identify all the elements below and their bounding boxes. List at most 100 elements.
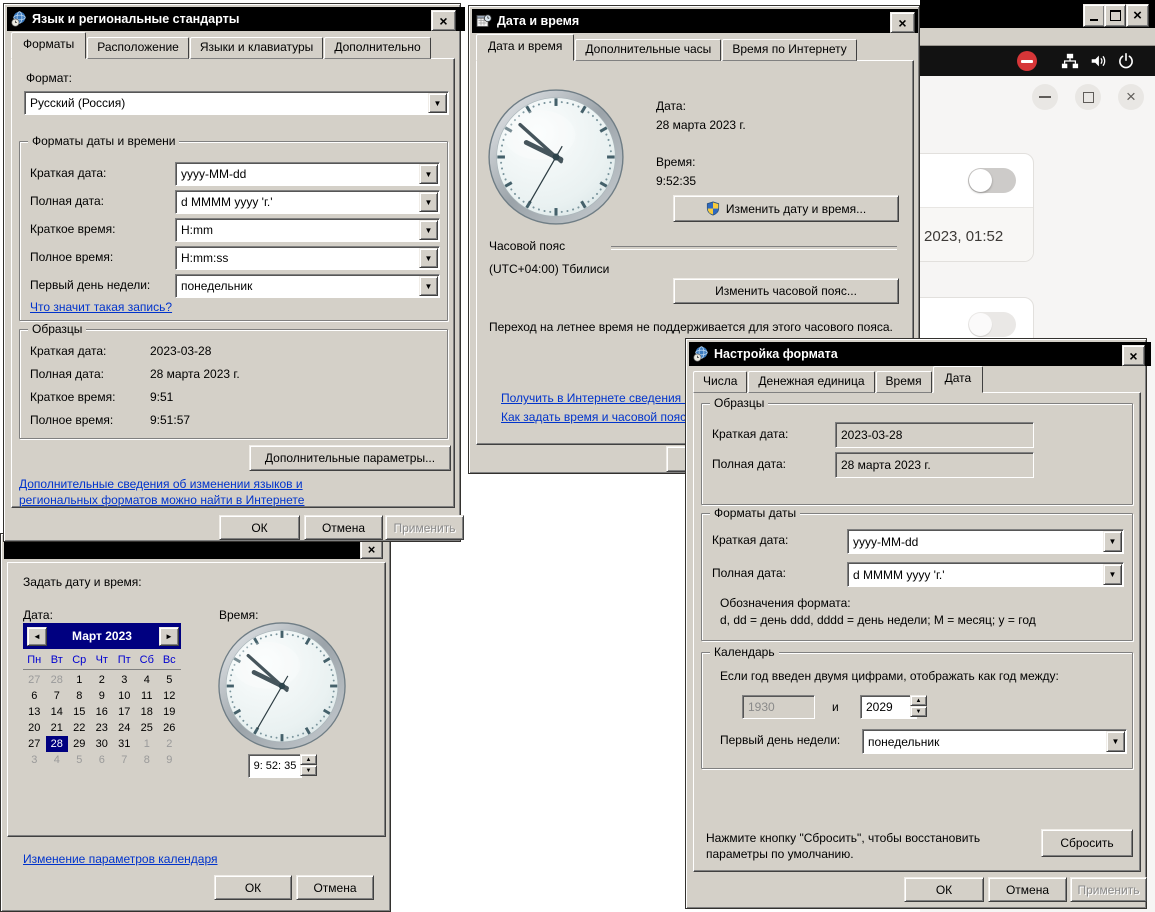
calendar-day[interactable]: 31 bbox=[113, 736, 136, 752]
tab-time[interactable]: Время bbox=[876, 371, 932, 393]
more-info-link[interactable]: Дополнительные сведения об изменении язы… bbox=[19, 476, 381, 508]
calendar-day[interactable]: 10 bbox=[113, 688, 136, 704]
power-icon[interactable] bbox=[1117, 52, 1135, 70]
long-time-combobox[interactable]: H:mm:ss ▼ bbox=[175, 246, 440, 270]
tab-currency[interactable]: Денежная единица bbox=[748, 371, 874, 393]
calendar-day[interactable]: 20 bbox=[23, 720, 46, 736]
first-day-combobox[interactable]: понедельник ▼ bbox=[175, 274, 440, 298]
tab-numbers[interactable]: Числа bbox=[693, 371, 747, 393]
year-spinner[interactable]: ▲ ▼ bbox=[910, 695, 927, 717]
calendar-day[interactable]: 12 bbox=[158, 688, 181, 704]
calendar-settings-link[interactable]: Изменение параметров календаря bbox=[23, 852, 218, 866]
spin-down-button[interactable]: ▼ bbox=[910, 706, 927, 717]
internet-time-link[interactable]: Получить в Интернете сведения о bbox=[501, 391, 691, 405]
calendar-day[interactable]: 9 bbox=[91, 688, 114, 704]
calendar-day[interactable]: 27 bbox=[23, 672, 46, 688]
dropdown-arrow-icon[interactable]: ▼ bbox=[1103, 564, 1122, 585]
cancel-button[interactable]: Отмена bbox=[296, 875, 374, 900]
dropdown-arrow-icon[interactable]: ▼ bbox=[419, 248, 438, 268]
calendar-day[interactable]: 6 bbox=[91, 752, 114, 768]
tab-date[interactable]: Дата bbox=[933, 366, 984, 393]
year-to-field[interactable]: 2029 bbox=[860, 695, 917, 719]
cancel-button[interactable]: Отмена bbox=[988, 877, 1067, 902]
close-button[interactable]: × bbox=[1122, 345, 1145, 366]
close-button[interactable]: × bbox=[890, 12, 915, 33]
close-button[interactable]: × bbox=[431, 10, 456, 31]
datetime-row[interactable]: rch 2023, 01:52 bbox=[920, 208, 1033, 261]
calendar-day[interactable]: 13 bbox=[23, 704, 46, 720]
short-date-combobox[interactable]: yyyy-MM-dd ▼ bbox=[175, 162, 440, 186]
long-date-combobox[interactable]: d MMMM yyyy 'г.' ▼ bbox=[175, 190, 440, 214]
time-spinner-buttons[interactable]: ▲ ▼ bbox=[300, 754, 317, 776]
calendar-day[interactable]: 8 bbox=[68, 688, 91, 704]
calendar-day[interactable]: 17 bbox=[113, 704, 136, 720]
change-timezone-button[interactable]: Изменить часовой пояс... bbox=[673, 278, 899, 304]
calendar-day[interactable]: 29 bbox=[68, 736, 91, 752]
calendar-day[interactable]: 2 bbox=[158, 736, 181, 752]
time-spinner-field[interactable]: 9: 52: 35 bbox=[248, 754, 302, 778]
calendar-next-button[interactable]: ► bbox=[159, 627, 179, 646]
calendar-day[interactable]: 28 bbox=[46, 736, 69, 752]
calendar-day[interactable]: 18 bbox=[136, 704, 159, 720]
minimize-button[interactable] bbox=[1083, 4, 1105, 27]
short-date-combobox[interactable]: yyyy-MM-dd ▼ bbox=[847, 529, 1124, 554]
calendar-prev-button[interactable]: ◄ bbox=[27, 627, 47, 646]
calendar-day[interactable]: 25 bbox=[136, 720, 159, 736]
ok-button[interactable]: ОК bbox=[219, 515, 300, 540]
dropdown-arrow-icon[interactable]: ▼ bbox=[419, 164, 438, 184]
calendar-day[interactable]: 5 bbox=[68, 752, 91, 768]
calendar-day[interactable]: 30 bbox=[91, 736, 114, 752]
calendar-day[interactable]: 1 bbox=[136, 736, 159, 752]
calendar-day[interactable]: 3 bbox=[23, 752, 46, 768]
calendar-day[interactable]: 7 bbox=[113, 752, 136, 768]
second-card-toggle[interactable] bbox=[968, 312, 1016, 337]
format-combobox[interactable]: Русский (Россия) ▼ bbox=[24, 91, 449, 115]
tab-advanced[interactable]: Дополнительно bbox=[324, 37, 430, 59]
calendar-day[interactable]: 26 bbox=[158, 720, 181, 736]
ok-button[interactable]: ОК bbox=[904, 877, 984, 902]
advanced-settings-button[interactable]: Дополнительные параметры... bbox=[249, 445, 451, 471]
calendar-day[interactable]: 11 bbox=[136, 688, 159, 704]
cancel-button[interactable]: Отмена bbox=[304, 515, 383, 540]
modern-restore-button[interactable] bbox=[1075, 84, 1101, 110]
calendar-day[interactable]: 2 bbox=[91, 672, 114, 688]
calendar-day[interactable]: 8 bbox=[136, 752, 159, 768]
reset-button[interactable]: Сбросить bbox=[1041, 829, 1133, 857]
dropdown-arrow-icon[interactable]: ▼ bbox=[419, 192, 438, 212]
tab-additional-clocks[interactable]: Дополнительные часы bbox=[575, 39, 721, 61]
auto-datetime-toggle[interactable] bbox=[968, 168, 1016, 193]
tab-date-and-time[interactable]: Дата и время bbox=[476, 34, 574, 61]
short-time-combobox[interactable]: H:mm ▼ bbox=[175, 218, 440, 242]
calendar-day[interactable]: 16 bbox=[91, 704, 114, 720]
dropdown-arrow-icon[interactable]: ▼ bbox=[419, 276, 438, 296]
volume-icon[interactable] bbox=[1089, 52, 1107, 70]
calendar-day[interactable]: 24 bbox=[113, 720, 136, 736]
calendar-day[interactable]: 23 bbox=[91, 720, 114, 736]
maximize-button[interactable] bbox=[1104, 4, 1126, 27]
first-day-combobox[interactable]: понедельник ▼ bbox=[862, 729, 1127, 754]
dropdown-arrow-icon[interactable]: ▼ bbox=[419, 220, 438, 240]
dropdown-arrow-icon[interactable]: ▼ bbox=[428, 93, 447, 113]
calendar-day[interactable]: 15 bbox=[68, 704, 91, 720]
long-date-combobox[interactable]: d MMMM yyyy 'г.' ▼ bbox=[847, 562, 1124, 587]
ok-button[interactable]: ОК bbox=[214, 875, 292, 900]
spin-up-button[interactable]: ▲ bbox=[910, 695, 927, 706]
calendar-day[interactable]: 4 bbox=[136, 672, 159, 688]
record-indicator-icon[interactable] bbox=[1017, 51, 1037, 71]
calendar-day[interactable]: 3 bbox=[113, 672, 136, 688]
howto-link[interactable]: Как задать время и часовой пояс? bbox=[501, 410, 693, 424]
change-datetime-button[interactable]: Изменить дату и время... bbox=[673, 195, 899, 222]
tab-internet-time[interactable]: Время по Интернету bbox=[722, 39, 856, 61]
calendar-day[interactable]: 5 bbox=[158, 672, 181, 688]
tab-location[interactable]: Расположение bbox=[87, 37, 189, 59]
close-button[interactable]: × bbox=[360, 539, 383, 559]
calendar-day[interactable]: 9 bbox=[158, 752, 181, 768]
calendar-day[interactable]: 14 bbox=[46, 704, 69, 720]
calendar-day[interactable]: 22 bbox=[68, 720, 91, 736]
spin-up-button[interactable]: ▲ bbox=[300, 754, 317, 765]
calendar-day[interactable]: 6 bbox=[23, 688, 46, 704]
network-icon[interactable] bbox=[1061, 52, 1079, 70]
tab-keyboards[interactable]: Языки и клавиатуры bbox=[190, 37, 323, 59]
calendar-day[interactable]: 1 bbox=[68, 672, 91, 688]
calendar-day[interactable]: 19 bbox=[158, 704, 181, 720]
